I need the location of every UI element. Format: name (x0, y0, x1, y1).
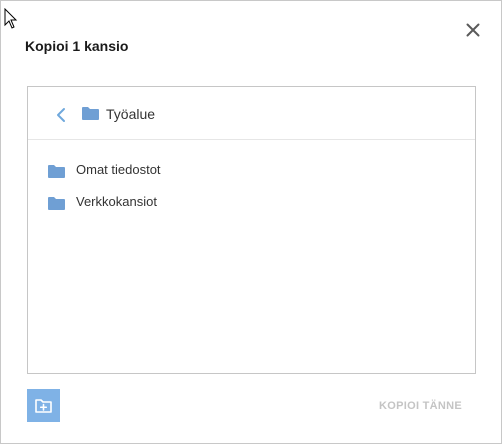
copy-here-button[interactable]: KOPIOI TÄNNE (379, 400, 462, 412)
folder-list: Omat tiedostot Verkkokansiot (28, 149, 475, 213)
current-folder-label: Työalue (106, 106, 156, 122)
folder-item-verkkokansiot[interactable]: Verkkokansiot (28, 181, 475, 213)
folder-icon (82, 107, 99, 120)
mouse-pointer-icon (4, 8, 18, 29)
back-button[interactable] (54, 105, 68, 125)
folder-icon (48, 197, 65, 210)
copy-dialog: Kopioi 1 kansio Työalue Omat tiedostot V… (0, 0, 502, 444)
close-icon (466, 23, 480, 37)
folder-item-label: Verkkokansiot (76, 194, 157, 209)
new-folder-button[interactable] (27, 389, 60, 422)
folder-item-label: Omat tiedostot (76, 162, 161, 177)
folder-icon (48, 165, 65, 178)
chevron-left-icon (57, 108, 65, 122)
new-folder-icon (35, 399, 52, 413)
folder-browser-header: Työalue (28, 87, 475, 140)
folder-item-omat-tiedostot[interactable]: Omat tiedostot (28, 149, 475, 181)
folder-browser: Työalue Omat tiedostot Verkkokansiot (27, 86, 476, 374)
dialog-title: Kopioi 1 kansio (25, 38, 129, 54)
close-button[interactable] (463, 20, 483, 40)
